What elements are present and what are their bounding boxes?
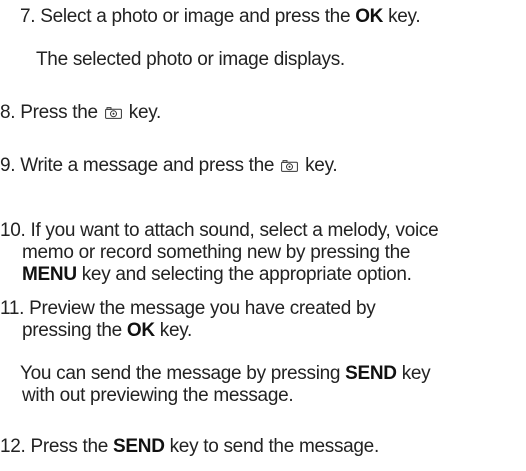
step-11-note-line-2: with out previewing the message. xyxy=(22,385,294,406)
step-12: 12. Press the SEND key to send the messa… xyxy=(0,436,379,458)
step-12-text: 12. Press the xyxy=(0,436,114,457)
step-11-note-tail: key xyxy=(396,363,431,384)
ok-key-label: OK xyxy=(355,6,384,27)
step-10-tail: key and selecting the appropriate option… xyxy=(76,264,412,285)
step-8-tail: key. xyxy=(123,102,162,123)
step-10-line-1: 10. If you want to attach sound, select … xyxy=(0,220,439,241)
step-12-tail: key to send the message. xyxy=(164,436,380,457)
step-11-line-1: 11. Preview the message you have created… xyxy=(0,298,376,319)
step-9-tail: key. xyxy=(300,155,338,176)
step-10: 10. If you want to attach sound, select … xyxy=(0,220,439,286)
step-7-text: 7. Select a photo or image and press the xyxy=(20,6,356,27)
step-7-note: The selected photo or image displays. xyxy=(36,49,345,71)
step-11-tail: key. xyxy=(154,320,193,341)
step-11-line-2: pressing the OK key. xyxy=(0,320,375,342)
step-11: 11. Preview the message you have created… xyxy=(0,298,376,342)
step-11-note-line-1: You can send the message by pressing SEN… xyxy=(20,363,431,385)
step-11-line-2-text: pressing the xyxy=(22,320,127,341)
send-key-label: SEND xyxy=(345,363,397,384)
step-9: 9. Write a message and press the key. xyxy=(0,155,338,177)
manual-page: 7. Select a photo or image and press the… xyxy=(0,0,526,471)
menu-key-label: MENU xyxy=(22,264,77,285)
camera-key-icon xyxy=(104,107,122,119)
step-7-tail: key. xyxy=(383,6,421,27)
step-10-line-3: MENU key and selecting the appropriate o… xyxy=(0,264,438,286)
step-11-note-text: You can send the message by pressing xyxy=(20,363,346,384)
step-7: 7. Select a photo or image and press the… xyxy=(20,6,421,28)
step-11-note: You can send the message by pressing SEN… xyxy=(20,363,431,407)
step-8: 8. Press the key. xyxy=(0,102,161,124)
step-10-line-2: memo or record something new by pressing… xyxy=(22,242,411,263)
camera-key-icon xyxy=(281,160,299,172)
ok-key-label: OK xyxy=(126,320,155,341)
step-9-text: 9. Write a message and press the xyxy=(0,155,280,176)
step-8-text: 8. Press the xyxy=(0,102,103,123)
send-key-label: SEND xyxy=(113,436,165,457)
step-7-note-text: The selected photo or image displays. xyxy=(36,49,345,70)
